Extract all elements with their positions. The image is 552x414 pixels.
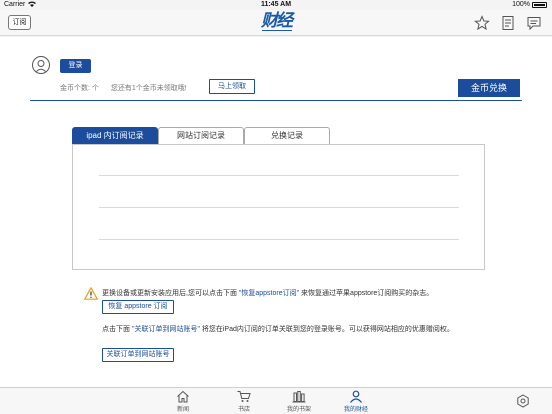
tab-ipad-records[interactable]: ipad 内订阅记录 <box>72 127 158 144</box>
get-now-button[interactable]: 马上领取 <box>209 79 255 94</box>
link-notice-pre: 点击下面 <box>102 326 132 333</box>
coin-count: 金币个数: 个 <box>60 85 99 92</box>
document-icon[interactable] <box>500 15 516 31</box>
home-icon <box>163 390 203 403</box>
cart-icon <box>224 390 264 403</box>
nav-bar: 订阅 财经 <box>0 10 552 36</box>
restore-notice-post: 来恢复通过苹果appstore订阅购买的杂志。 <box>299 290 434 297</box>
logo-underline <box>262 30 292 31</box>
tab-exchange-records[interactable]: 兑换记录 <box>244 127 330 144</box>
link-notice-post: 将您在iPad内订阅的订单关联到您的登录账号。可以获得网站相应的优惠赠阅权。 <box>199 326 454 333</box>
clock: 11:45 AM <box>260 1 292 8</box>
tab-website-records[interactable]: 网站订阅记录 <box>158 127 244 144</box>
person-icon <box>336 390 376 403</box>
status-bar: Carrier 11:45 AM 100% <box>0 0 552 10</box>
coin-info: 金币个数: 个 您还有1个金币未领取哦! <box>60 83 187 93</box>
login-button[interactable]: 登录 <box>60 59 91 73</box>
app-logo: 财经 <box>258 11 294 33</box>
records-panel <box>72 144 485 270</box>
tabbar-item-store[interactable]: 书店 <box>224 390 264 414</box>
tabbar-label-news: 新闻 <box>176 407 189 413</box>
bottom-tab-bar: 新闻 书店 我的书架 我的财经 <box>0 387 552 414</box>
restore-notice-pre: 更换设备或更新安装应用后,您可以点击下面 <box>102 290 239 297</box>
tabbar-label-store: 书店 <box>237 407 250 413</box>
subscribe-button[interactable]: 订阅 <box>8 15 31 30</box>
warning-icon <box>84 287 98 300</box>
record-row-divider <box>99 239 459 240</box>
tabbar-label-my-caijing: 我的财经 <box>343 407 368 413</box>
section-divider <box>30 100 522 101</box>
comment-icon[interactable] <box>526 15 542 31</box>
tabbar-item-my-caijing[interactable]: 我的财经 <box>336 390 376 414</box>
restore-notice: 更换设备或更新安装应用后,您可以点击下面 "恢复appstore订阅" 来恢复通… <box>102 288 433 298</box>
coin-tip: 您还有1个金币未领取哦! <box>110 85 187 92</box>
record-row-divider <box>99 207 459 208</box>
restore-appstore-button[interactable]: 恢复 appstore 订阅 <box>102 300 174 314</box>
tabbar-item-news[interactable]: 新闻 <box>163 390 203 414</box>
tabbar-item-bookshelf[interactable]: 我的书架 <box>279 390 319 414</box>
battery-percent: 100% <box>512 1 530 8</box>
logo-text: 财经 <box>261 11 293 31</box>
link-order-button[interactable]: 关联订单到网站账号 <box>102 348 174 362</box>
coin-exchange-button[interactable]: 金币兑换 <box>458 79 520 97</box>
main-content: 登录 金币个数: 个 您还有1个金币未领取哦! 马上领取 金币兑换 ipad 内… <box>0 37 552 387</box>
record-tabs: ipad 内订阅记录 网站订阅记录 兑换记录 <box>72 127 484 144</box>
tabbar-label-bookshelf: 我的书架 <box>286 407 311 413</box>
avatar[interactable] <box>32 56 50 74</box>
battery-icon <box>532 2 547 8</box>
link-notice-highlight: "关联订单到网站账号" <box>131 326 200 333</box>
restore-notice-highlight: "恢复appstore订阅" <box>238 290 300 297</box>
link-notice: 点击下面 "关联订单到网站账号" 将您在iPad内订阅的订单关联到您的登录账号。… <box>102 324 472 335</box>
bookshelf-icon <box>279 390 319 403</box>
star-icon[interactable] <box>474 15 490 31</box>
record-row-divider <box>99 175 459 176</box>
settings-icon[interactable] <box>516 394 530 408</box>
